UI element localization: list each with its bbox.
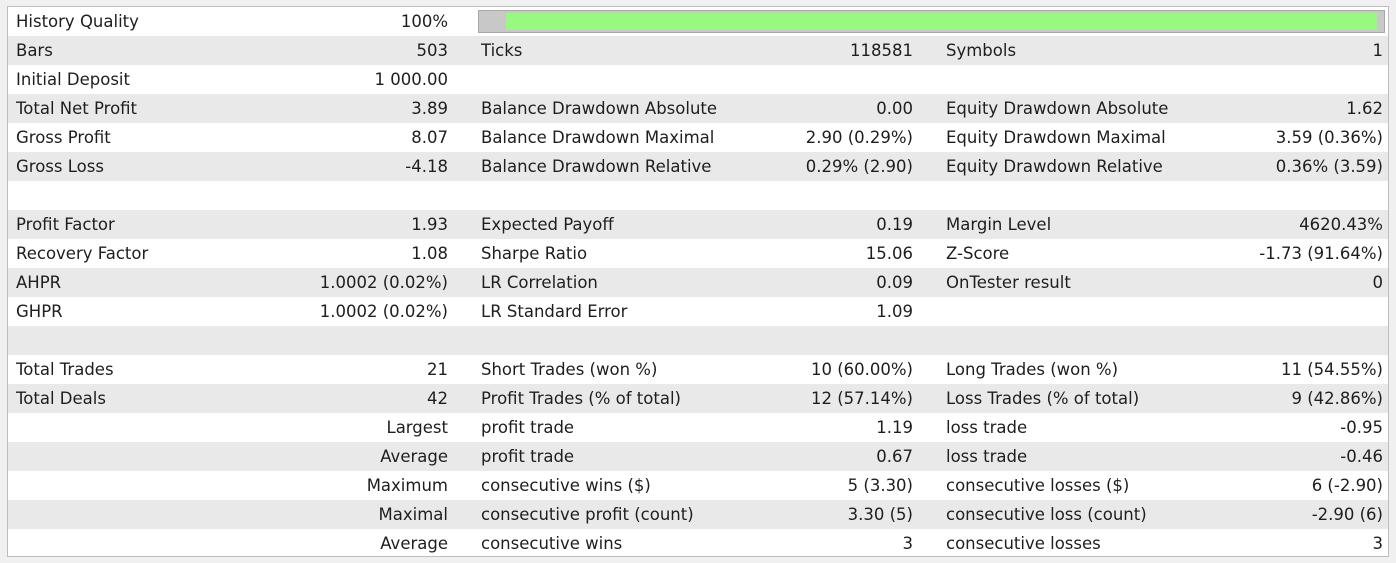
table-cell-c2 (248, 181, 448, 210)
table-cell-c4: 0.29% (2.90) (805, 157, 913, 176)
table-cell-c6: 1.62 (1346, 99, 1383, 118)
table-row: Total Net Profit 3.89 Balance Drawdown Abs… (8, 94, 1388, 123)
table-cell-c4 (708, 181, 913, 210)
table-cell-c2: 42 (427, 389, 448, 408)
table-cell-c6: -1.73 (91.64%) (1259, 244, 1383, 263)
backtest-report-table: History Quality 100% Bars 503 Ticks 118581 S… (7, 6, 1389, 557)
history-quality-row: History Quality 100% (8, 7, 1388, 36)
history-quality-bar (478, 10, 1385, 33)
table-row: AHPR 1.0002 (0.02%) LR Correlation 0.09 OnTe… (8, 268, 1388, 297)
table-row: Average profit trade 0.67 loss trade -0.46 (8, 442, 1388, 471)
table-cell-c2: Maximal (378, 505, 448, 524)
table-cell-c6: 11 (54.55%) (1280, 360, 1383, 379)
table-cell-c6 (1178, 326, 1383, 355)
table-row: Profit Factor 1.93 Expected Payoff 0.19 Marg… (8, 210, 1388, 239)
table-row: Gross Loss -4.18 Balance Drawdown Relative… (8, 152, 1388, 181)
table-cell-c2: 1.93 (411, 215, 448, 234)
table-cell-c4: 118581 (850, 41, 913, 60)
table-cell-c6: -0.46 (1340, 447, 1383, 466)
table-cell-c4: 0.19 (876, 215, 913, 234)
table-cell-c4: 0.67 (876, 447, 913, 466)
table-cell-c2: Average (380, 534, 448, 553)
table-cell-c6: 4620.43% (1299, 215, 1383, 234)
table-cell-c2: 21 (427, 360, 448, 379)
table-row: Maximum consecutive wins ($) 5 (3.30) conse… (8, 471, 1388, 500)
table-row: Recovery Factor 1.08 Sharpe Ratio 15.06 Z-Sc… (8, 239, 1388, 268)
table-row: Total Deals 42 Profit Trades (% of total) 1… (8, 384, 1388, 413)
table-cell-c6: 3 (1372, 534, 1384, 553)
table-cell-c2: 503 (416, 41, 449, 60)
table-cell-c2: Maximum (366, 476, 448, 495)
table-row: Initial Deposit 1 000.00 (8, 65, 1388, 94)
table-cell-c6 (1178, 181, 1383, 210)
table-cell-c6: 0.36% (3.59) (1275, 157, 1383, 176)
table-cell-c4: 2.90 (0.29%) (805, 128, 913, 147)
table-cell-c2: -4.18 (405, 157, 448, 176)
table-cell-c4: 0.00 (876, 99, 913, 118)
table-cell-c2: 1.08 (411, 244, 448, 263)
table-cell-c4 (708, 65, 913, 94)
table-row: Maximal consecutive profit (count) 3.30 (5… (8, 500, 1388, 529)
table-cell-c6: -2.90 (6) (1311, 505, 1383, 524)
table-cell-c6: 6 (-2.90) (1311, 476, 1383, 495)
table-cell-c2: 1.0002 (0.02%) (319, 273, 448, 292)
table-row: Largest profit trade 1.19 loss trade -0.95 (8, 413, 1388, 442)
table-row (8, 181, 1388, 210)
history-quality-value: 100% (400, 12, 448, 31)
table-cell-c4: 3.30 (5) (847, 505, 913, 524)
table-cell-c2: 1.0002 (0.02%) (319, 302, 448, 321)
table-cell-c6: 0 (1372, 273, 1384, 292)
history-quality-bar-fill (506, 13, 1377, 30)
table-cell-c6: 1 (1372, 41, 1384, 60)
table-cell-c4: 10 (60.00%) (810, 360, 913, 379)
table-cell-c6: 9 (42.86%) (1291, 389, 1383, 408)
table-cell-c2: 3.89 (411, 99, 448, 118)
table-cell-c4 (708, 326, 913, 355)
table-cell-c2: Largest (386, 418, 449, 437)
table-cell-c4: 1.09 (876, 302, 913, 321)
table-cell-c2: Average (380, 447, 448, 466)
table-cell-c6 (1178, 65, 1383, 94)
table-row (8, 326, 1388, 355)
table-cell-c6: 3.59 (0.36%) (1275, 128, 1383, 147)
table-cell-c4: 5 (3.30) (847, 476, 913, 495)
table-row: Gross Profit 8.07 Balance Drawdown Maximal… (8, 123, 1388, 152)
table-cell-c4: 12 (57.14%) (810, 389, 913, 408)
table-cell-c4: 1.19 (876, 418, 913, 437)
table-row: GHPR 1.0002 (0.02%) LR Standard Error 1.09 (8, 297, 1388, 326)
table-cell-c6: -0.95 (1340, 418, 1383, 437)
table-row: Bars 503 Ticks 118581 Symbols 1 (8, 36, 1388, 65)
table-cell-c6 (1178, 297, 1383, 326)
table-cell-c4: 0.09 (876, 273, 913, 292)
table-cell-c2: 8.07 (411, 128, 448, 147)
table-row: Total Trades 21 Short Trades (won %) 10 (60… (8, 355, 1388, 384)
table-cell-c4: 3 (902, 534, 914, 553)
table-cell-c4: 15.06 (865, 244, 913, 263)
table-cell-c2: 1 000.00 (374, 70, 448, 89)
table-row: Average consecutive wins 3 consecutive loss… (8, 529, 1388, 558)
table-cell-c2 (248, 326, 448, 355)
